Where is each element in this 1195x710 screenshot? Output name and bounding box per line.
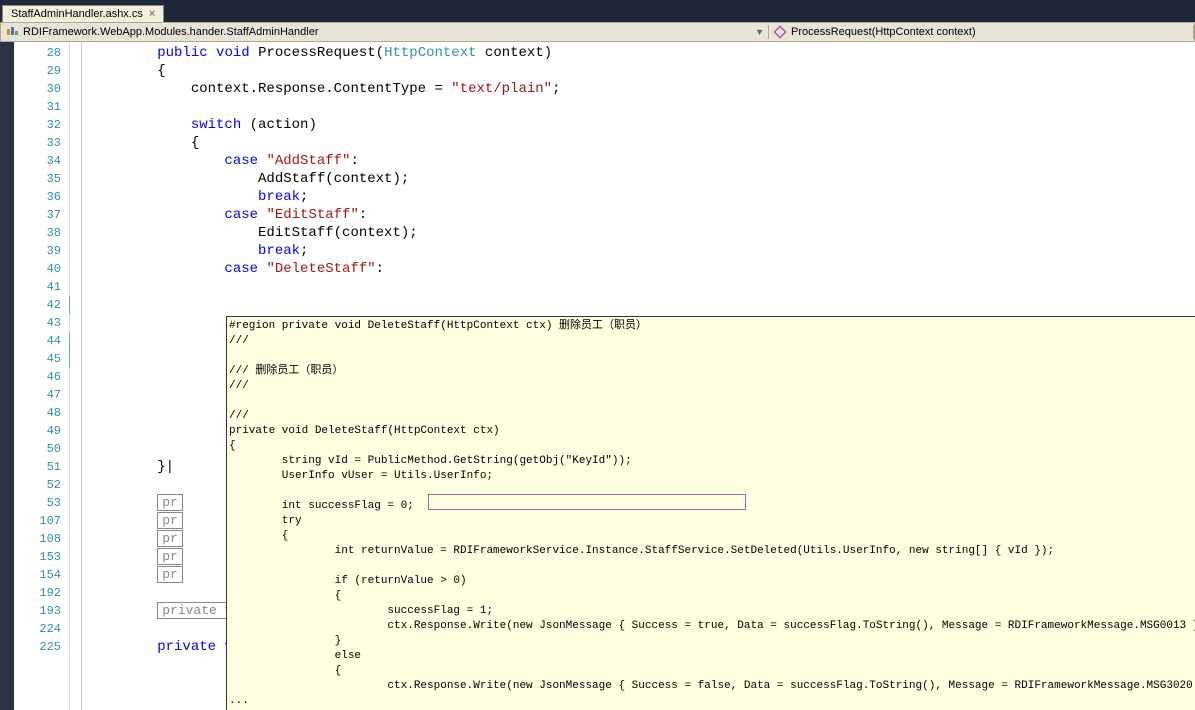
editor: 28- 29 30 31 32 33 34 35 36 37 38 39 40 … — [0, 42, 1195, 710]
line-number: 29 — [14, 62, 69, 80]
line-number: 42 — [14, 296, 69, 314]
line-number: 107+ — [14, 512, 69, 530]
code-line: EditStaff(context); — [70, 224, 1195, 242]
line-number: 41 — [14, 278, 69, 296]
tab-bar: StaffAdminHandler.ashx.cs × — [0, 0, 1195, 22]
code-line — [70, 296, 1195, 314]
line-number: 153+ — [14, 548, 69, 566]
code-line — [70, 278, 1195, 296]
line-number: 34 — [14, 152, 69, 170]
line-number: 43 — [14, 314, 69, 332]
line-number: 47 — [14, 386, 69, 404]
line-number: 31 — [14, 98, 69, 116]
line-number: 32 — [14, 116, 69, 134]
line-number: 46 — [14, 368, 69, 386]
code-line: case "DeleteStaff": — [70, 260, 1195, 278]
file-tab[interactable]: StaffAdminHandler.ashx.cs × — [2, 5, 164, 22]
code-line: case "AddStaff": — [70, 152, 1195, 170]
code-line — [70, 98, 1195, 116]
line-number: 35 — [14, 170, 69, 188]
line-number: 45 — [14, 350, 69, 368]
line-gutter: 28- 29 30 31 32 33 34 35 36 37 38 39 40 … — [14, 42, 70, 710]
code-tooltip: #region private void DeleteStaff(HttpCon… — [226, 316, 1195, 710]
collapsed-region[interactable]: pr — [157, 512, 183, 529]
line-number: 30 — [14, 80, 69, 98]
collapsed-region[interactable]: pr — [157, 566, 183, 583]
code-line: switch (action) — [70, 116, 1195, 134]
class-name: RDIFramework.WebApp.Modules.hander.Staff… — [23, 26, 319, 38]
method-name: ProcessRequest(HttpContext context) — [791, 26, 976, 38]
code-line: AddStaff(context); — [70, 170, 1195, 188]
navigation-bar: RDIFramework.WebApp.Modules.hander.Staff… — [0, 22, 1195, 42]
line-number: 192 — [14, 584, 69, 602]
line-number: 52 — [14, 476, 69, 494]
code-line: break; — [70, 188, 1195, 206]
collapsed-region[interactable]: pr — [157, 530, 183, 547]
line-number: 49 — [14, 422, 69, 440]
code-line: { — [70, 62, 1195, 80]
code-line: break; — [70, 242, 1195, 260]
left-border — [0, 42, 14, 710]
line-number: 33 — [14, 134, 69, 152]
line-number: 38 — [14, 224, 69, 242]
method-dropdown[interactable]: ProcessRequest(HttpContext context) — [769, 25, 1194, 39]
line-number: 224 — [14, 620, 69, 638]
line-number: 50 — [14, 440, 69, 458]
line-number: 154+ — [14, 566, 69, 584]
line-number: 44 — [14, 332, 69, 350]
class-icon — [5, 25, 19, 39]
method-icon — [773, 25, 787, 39]
code-line: case "EditStaff": — [70, 206, 1195, 224]
code-line: { — [70, 134, 1195, 152]
collapsed-region[interactable]: pr — [157, 548, 183, 565]
line-number: 40 — [14, 260, 69, 278]
line-number: 51 — [14, 458, 69, 476]
line-number: 53+ — [14, 494, 69, 512]
line-number: 36 — [14, 188, 69, 206]
code-area[interactable]: public void ProcessRequest(HttpContext c… — [70, 42, 1195, 710]
line-number: 39 — [14, 242, 69, 260]
code-line: public void ProcessRequest(HttpContext c… — [70, 44, 1195, 62]
line-number: 108+ — [14, 530, 69, 548]
line-number: 225- — [14, 638, 69, 656]
line-number: 193+ — [14, 602, 69, 620]
code-line: context.Response.ContentType = "text/pla… — [70, 80, 1195, 98]
tab-label: StaffAdminHandler.ashx.cs — [11, 8, 143, 20]
chevron-down-icon: ▼ — [755, 27, 764, 37]
highlight-box — [428, 494, 746, 510]
close-icon[interactable]: × — [149, 8, 155, 20]
class-dropdown[interactable]: RDIFramework.WebApp.Modules.hander.Staff… — [1, 25, 769, 39]
collapsed-region[interactable]: pr — [157, 494, 183, 511]
line-number: 48 — [14, 404, 69, 422]
line-number: 37 — [14, 206, 69, 224]
line-number: 28- — [14, 44, 69, 62]
